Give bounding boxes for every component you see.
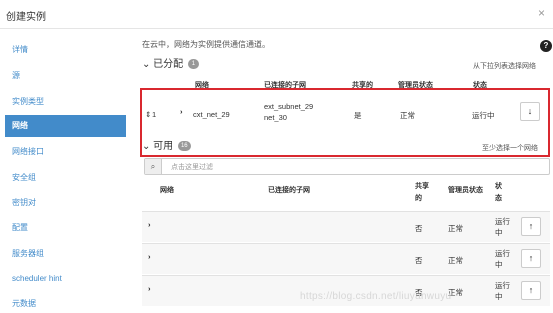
sidebar-item-networks[interactable]: 网络 xyxy=(5,115,126,137)
available-count-badge: 16 xyxy=(177,141,191,152)
available-row-status: 运行 xyxy=(495,249,510,258)
allocated-row-status: 运行中 xyxy=(472,111,495,120)
sidebar-item-scheduler-hint[interactable]: scheduler hint xyxy=(5,268,126,290)
available-col-subnets: 已连接的子网 xyxy=(268,187,310,194)
watermark: https://blog.csdn.net/liuyanwuyu xyxy=(300,291,452,302)
chevron-down-icon: ⌄ xyxy=(142,59,151,70)
allocated-row-shared: 是 xyxy=(354,111,362,120)
allocated-row-subnet: ext_subnet_29 xyxy=(264,102,314,111)
available-row-status-2: 中 xyxy=(495,292,503,301)
available-title: 可用 xyxy=(153,141,174,152)
available-col-status-2: 态 xyxy=(495,195,502,202)
available-row-status-2: 中 xyxy=(495,260,503,269)
allocated-row-subnet-2: net_30 xyxy=(264,113,287,122)
sidebar-item-server-groups[interactable]: 服务器组 xyxy=(5,243,126,265)
wizard-sidebar: 详情 源 实例类型 网络 网络接口 安全组 密钥对 配置 服务器组 schedu… xyxy=(0,30,130,313)
allocated-row-order: 1 xyxy=(152,110,157,119)
row-expand-icon[interactable]: › xyxy=(148,220,151,229)
available-col-admin-state: 管理员状态 xyxy=(448,187,483,194)
available-row-shared: 否 xyxy=(415,224,423,233)
available-row-admin-state: 正常 xyxy=(448,256,463,265)
close-icon[interactable]: × xyxy=(538,6,545,20)
dialog-header: 创建实例 × xyxy=(0,0,553,29)
available-network-row[interactable]: › 否 正常 运行 中 ↑ xyxy=(142,211,550,242)
sidebar-item-source[interactable]: 源 xyxy=(5,65,126,87)
available-row-admin-state: 正常 xyxy=(448,224,463,233)
sidebar-item-security-groups[interactable]: 安全组 xyxy=(5,167,126,189)
allocate-button[interactable]: ↑ xyxy=(521,281,541,300)
allocate-button[interactable]: ↑ xyxy=(521,217,541,236)
sidebar-item-flavor[interactable]: 实例类型 xyxy=(5,91,126,113)
row-expand-icon[interactable]: › xyxy=(180,107,183,116)
chevron-down-icon: ⌄ xyxy=(142,141,151,152)
available-row-status-2: 中 xyxy=(495,228,503,237)
allocated-count-badge: 1 xyxy=(187,59,199,70)
filter-placeholder: 点击这里过滤 xyxy=(171,164,213,171)
arrow-up-icon: ↑ xyxy=(528,285,534,295)
arrow-down-icon: ↓ xyxy=(527,106,533,116)
available-toggle[interactable]: ⌄ 可用 16 xyxy=(142,137,191,152)
networks-panel: 在云中，网络为实例提供通信通道。 ? ⌄ 已分配 1 从下拉列表选择网络 网络 … xyxy=(140,30,553,313)
row-expand-icon[interactable]: › xyxy=(148,252,151,261)
sidebar-item-configuration[interactable]: 配置 xyxy=(5,217,126,239)
available-col-status: 状 xyxy=(495,183,502,190)
allocate-button[interactable]: ↑ xyxy=(521,249,541,268)
arrow-up-icon: ↑ xyxy=(528,221,534,231)
allocated-network-row[interactable]: ⇕ 1 › cxt_net_29 ext_subnet_29 net_30 是 … xyxy=(140,100,547,132)
row-expand-icon[interactable]: › xyxy=(148,284,151,293)
available-hint: 至少选择一个网络 xyxy=(482,145,538,152)
allocated-row-admin-state: 正常 xyxy=(400,111,415,120)
intro-text: 在云中，网络为实例提供通信通道。 xyxy=(142,40,270,49)
drag-handle-icon[interactable]: ⇕ xyxy=(145,110,151,119)
available-col-network: 网络 xyxy=(160,187,174,194)
sidebar-item-network-ports[interactable]: 网络接口 xyxy=(5,141,126,163)
dialog-title: 创建实例 xyxy=(6,12,46,23)
sidebar-item-key-pair[interactable]: 密钥对 xyxy=(5,192,126,214)
arrow-up-icon: ↑ xyxy=(528,253,534,263)
allocated-hint: 从下拉列表选择网络 xyxy=(473,63,536,70)
allocated-row-name: cxt_net_29 xyxy=(193,110,230,119)
allocated-toggle[interactable]: ⌄ 已分配 1 xyxy=(142,55,199,70)
available-row-status: 运行 xyxy=(495,217,510,226)
allocated-title: 已分配 xyxy=(153,59,184,70)
filter-input[interactable]: ⌕ 点击这里过滤 xyxy=(144,158,550,175)
deallocate-button[interactable]: ↓ xyxy=(520,102,540,121)
available-col-shared: 共享 xyxy=(415,183,429,190)
sidebar-item-metadata[interactable]: 元数据 xyxy=(5,293,126,313)
available-network-row[interactable]: › 否 正常 运行 中 ↑ xyxy=(142,243,550,274)
help-icon[interactable]: ? xyxy=(540,40,552,52)
available-row-status: 运行 xyxy=(495,281,510,290)
available-col-shared-2: 的 xyxy=(415,195,422,202)
search-icon: ⌕ xyxy=(145,159,162,174)
available-row-shared: 否 xyxy=(415,256,423,265)
sidebar-item-details[interactable]: 详情 xyxy=(5,39,126,61)
